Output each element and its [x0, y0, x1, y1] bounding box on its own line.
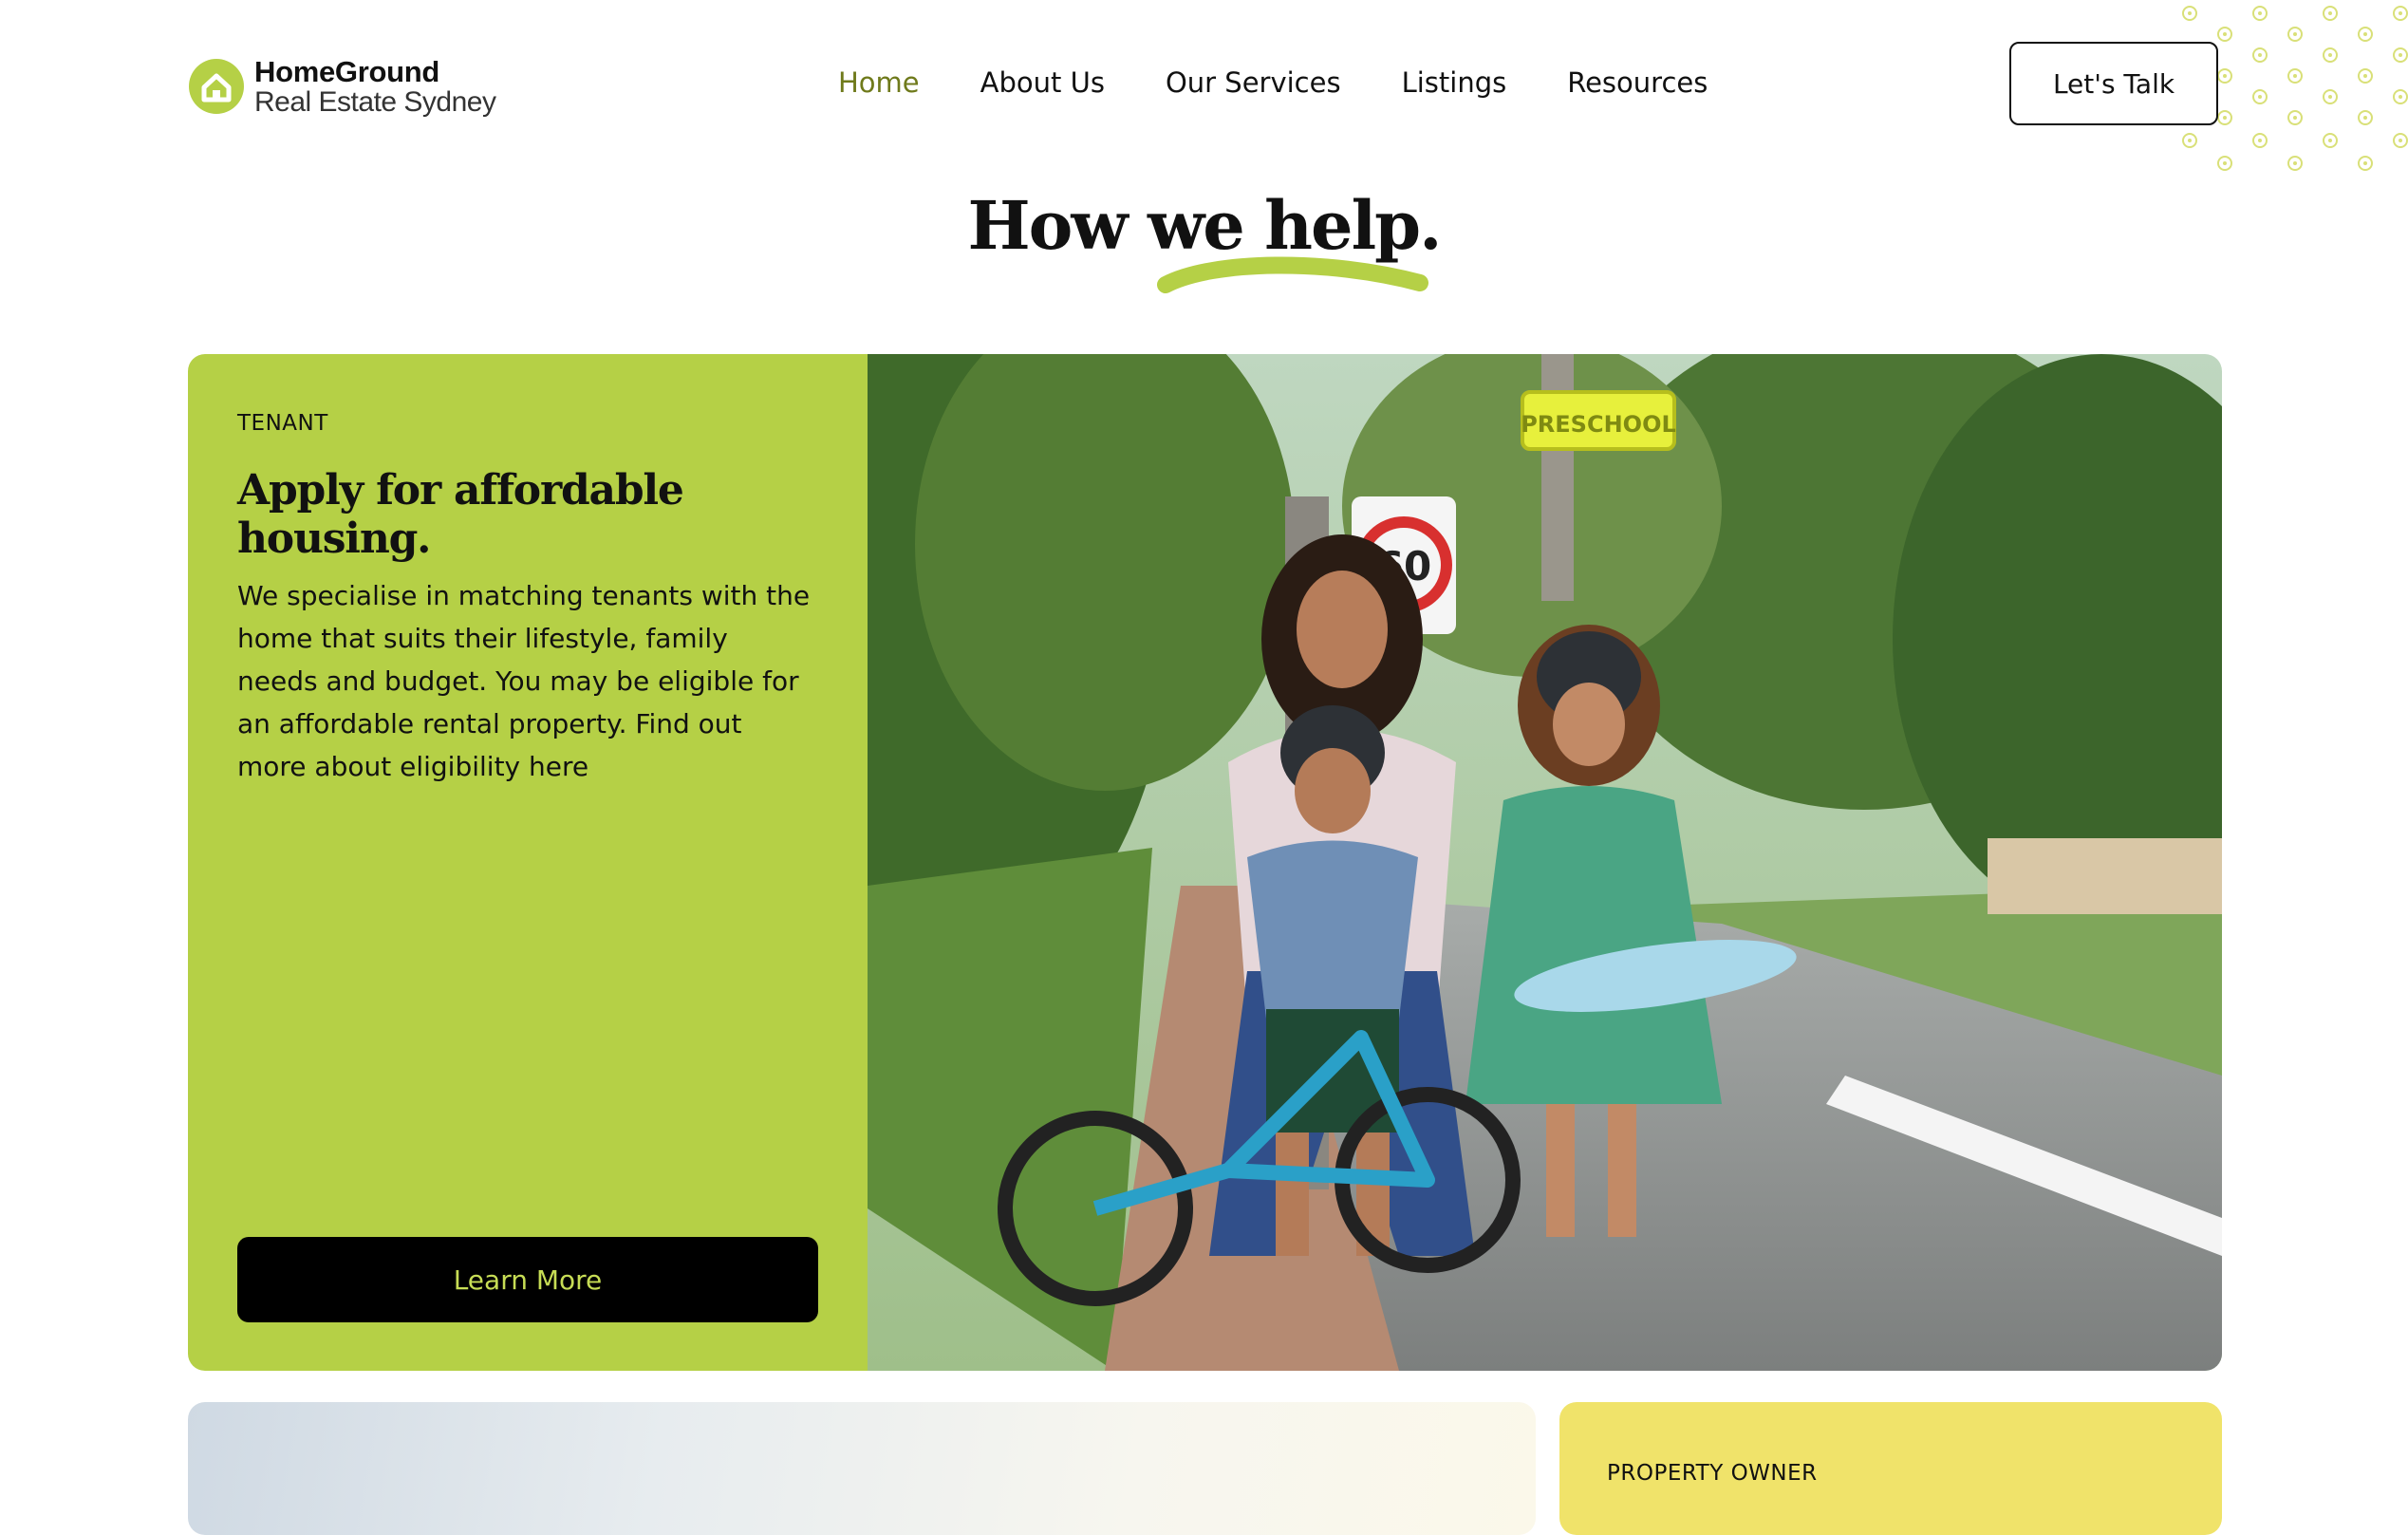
title-underline-swoosh	[1157, 256, 1428, 293]
property-owner-card: PROPERTY OWNER	[1559, 1402, 2222, 1535]
brand-logo[interactable]: HomeGround Real Estate Sydney	[188, 53, 496, 120]
property-owner-eyebrow: PROPERTY OWNER	[1607, 1461, 1818, 1486]
tenant-card-content: TENANT Apply for affordable housing. We …	[188, 354, 868, 1371]
nav-item-listings[interactable]: Listings	[1402, 66, 1507, 99]
brand-tagline: Real Estate Sydney	[254, 85, 496, 118]
nav-item-home[interactable]: Home	[838, 66, 920, 99]
nav-item-our-services[interactable]: Our Services	[1166, 66, 1341, 99]
lets-talk-button[interactable]: Let's Talk	[2009, 42, 2218, 125]
nav-item-about-us[interactable]: About Us	[980, 66, 1105, 99]
main-nav: Home About Us Our Services Listings Reso…	[838, 66, 1708, 99]
learn-more-button[interactable]: Learn More	[237, 1237, 818, 1322]
site-header: HomeGround Real Estate Sydney Home About…	[0, 0, 2408, 171]
preschool-sign-text: PRESCHOOL	[1521, 411, 1676, 438]
nav-item-resources[interactable]: Resources	[1567, 66, 1708, 99]
tenant-card-body: We specialise in matching tenants with t…	[237, 580, 811, 782]
secondary-card-image	[188, 1402, 1536, 1535]
brand-name: HomeGround	[254, 54, 440, 88]
tenant-card-photo: PRESCHOOL 60	[868, 354, 2222, 1371]
house-icon	[189, 59, 244, 114]
family-street-photo: PRESCHOOL 60	[868, 354, 2222, 1371]
section-title: How we help.	[967, 186, 1443, 265]
tenant-card-eyebrow: TENANT	[237, 411, 328, 436]
tenant-card: TENANT Apply for affordable housing. We …	[188, 354, 2222, 1371]
tenant-card-title: Apply for affordable housing.	[237, 466, 684, 563]
